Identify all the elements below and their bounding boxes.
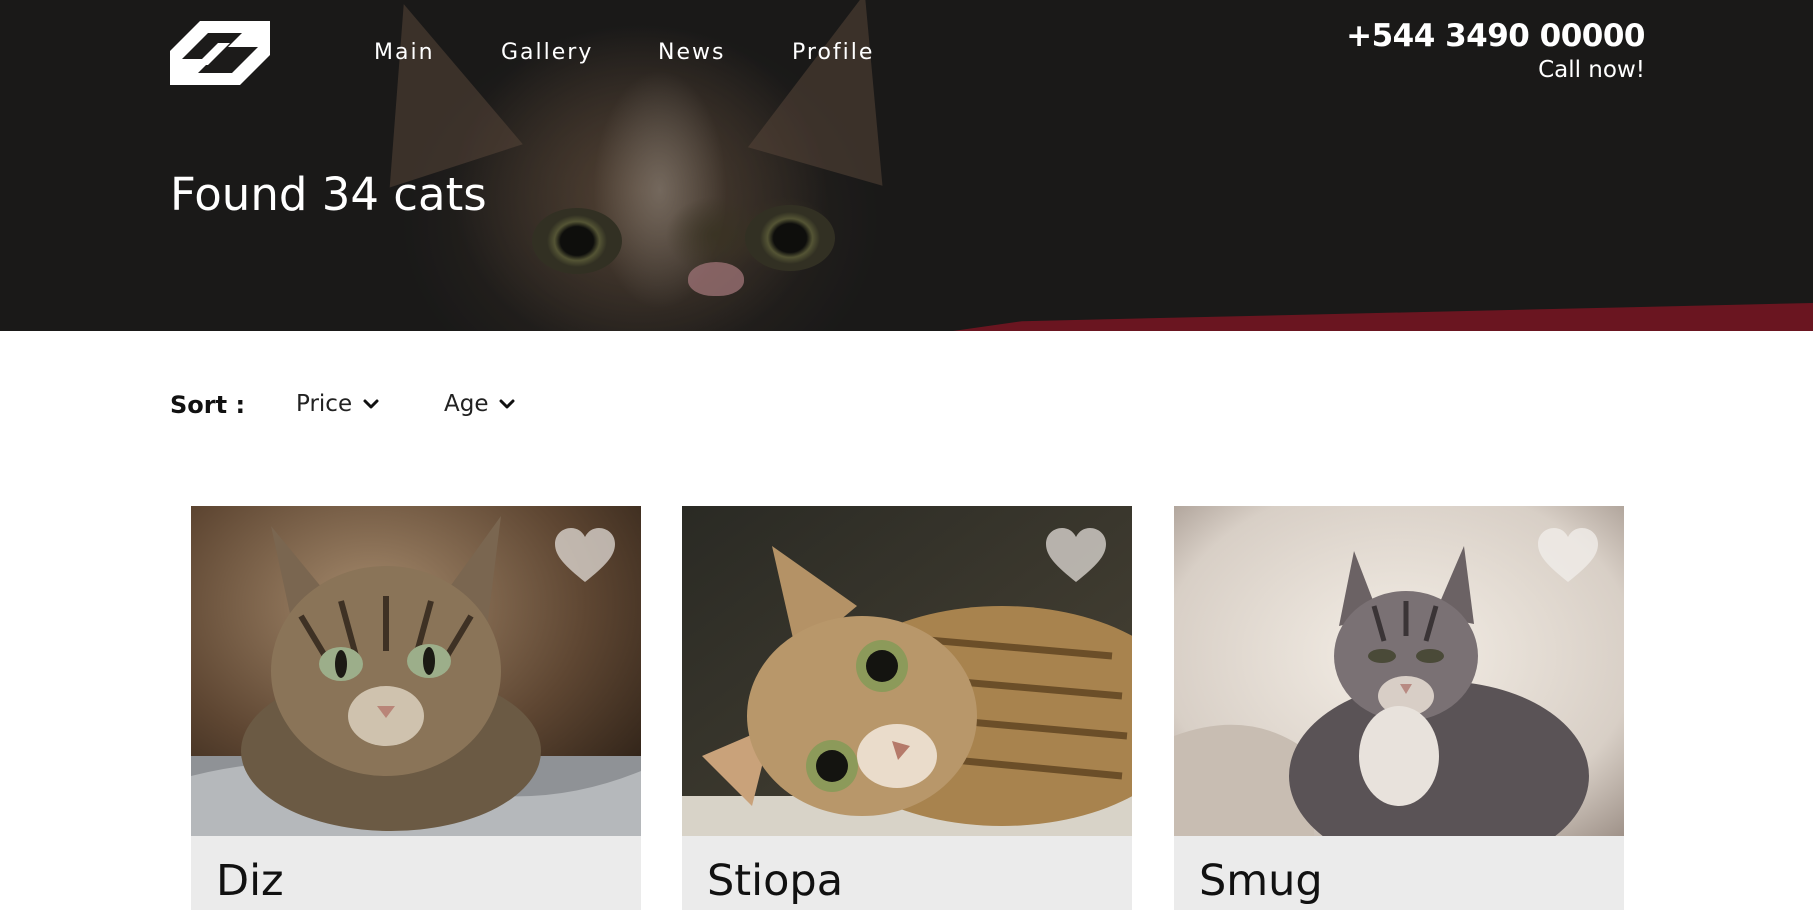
sort-label: Sort :	[170, 391, 246, 419]
cat-card[interactable]: Smug	[1174, 506, 1624, 910]
nav-item-profile[interactable]: Profile	[792, 40, 874, 65]
phone-number[interactable]: +544 3490 00000	[1346, 18, 1645, 54]
cat-name[interactable]: Stiopa	[707, 856, 843, 906]
heart-icon[interactable]	[555, 528, 615, 584]
sort-price-dropdown[interactable]: Price	[296, 391, 380, 417]
logo-icon[interactable]	[170, 21, 270, 85]
page-title: Found 34 cats	[170, 168, 487, 221]
cat-card[interactable]: Stiopa	[682, 506, 1132, 910]
sort-price-label: Price	[296, 391, 353, 417]
chevron-down-icon	[363, 399, 379, 409]
sort-age-label: Age	[444, 391, 489, 417]
call-now-text: Call now!	[1538, 57, 1645, 83]
heart-icon[interactable]	[1538, 528, 1598, 584]
heart-icon[interactable]	[1046, 528, 1106, 584]
nav-item-gallery[interactable]: Gallery	[501, 40, 593, 65]
cat-name[interactable]: Diz	[216, 856, 284, 906]
hero-banner: Main Gallery News Profile +544 3490 0000…	[0, 0, 1813, 331]
cat-card[interactable]: Diz	[191, 506, 641, 910]
chevron-down-icon	[499, 399, 515, 409]
nav-item-main[interactable]: Main	[374, 40, 435, 65]
sort-age-dropdown[interactable]: Age	[444, 391, 516, 417]
cat-name[interactable]: Smug	[1199, 856, 1323, 906]
nav-item-news[interactable]: News	[658, 40, 725, 65]
